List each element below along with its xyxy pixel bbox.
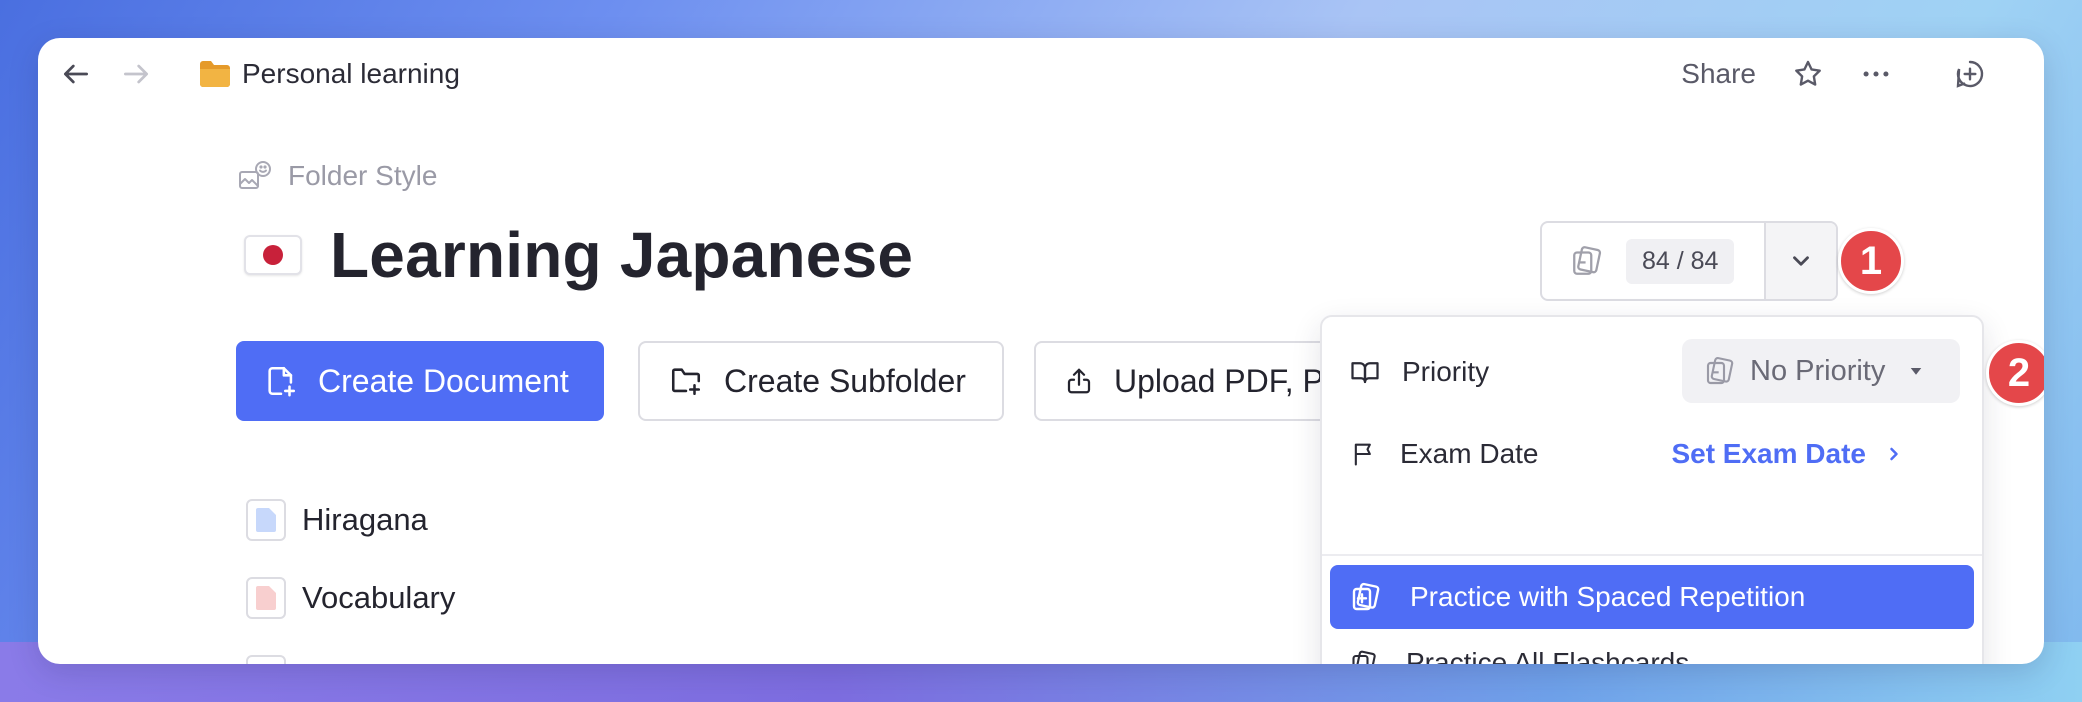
practice-spaced-label: Practice with Spaced Repetition xyxy=(1410,581,1806,612)
more-button[interactable] xyxy=(1856,54,1896,94)
exam-date-label: Exam Date xyxy=(1400,438,1539,469)
practice-spaced-repetition-item[interactable]: Practice with Spaced Repetition xyxy=(1330,565,1974,629)
create-document-label: Create Document xyxy=(318,362,569,399)
create-document-button[interactable]: Create Document xyxy=(236,341,604,421)
list-item-label: Hiragana xyxy=(302,502,428,537)
flashcard-counter: 84 / 84 xyxy=(1540,221,1838,301)
flashcards-icon xyxy=(1573,246,1602,275)
create-subfolder-button[interactable]: Create Subfolder xyxy=(638,341,1004,421)
back-button[interactable] xyxy=(58,56,94,92)
breadcrumb[interactable]: Personal learning xyxy=(198,56,460,92)
favorite-button[interactable] xyxy=(1788,54,1828,94)
arrow-right-icon xyxy=(124,64,148,84)
document-icon xyxy=(246,655,286,664)
priority-select[interactable]: No Priority xyxy=(1682,339,1960,403)
upload-icon xyxy=(1067,368,1091,394)
document-icon xyxy=(246,577,286,619)
set-exam-date-link[interactable]: Set Exam Date xyxy=(1671,438,1904,470)
document-icon xyxy=(246,499,286,541)
chevron-right-icon xyxy=(1890,447,1898,461)
priority-value: No Priority xyxy=(1750,354,1886,387)
list-item[interactable]: Hiragana xyxy=(246,499,428,541)
more-horizontal-icon xyxy=(1863,71,1889,77)
step-badge-1: 1 xyxy=(1838,228,1904,294)
book-open-icon xyxy=(1351,362,1379,384)
flashcards-icon xyxy=(1352,650,1376,664)
exam-date-row: Exam Date Set Exam Date xyxy=(1350,424,1958,484)
chevron-down-icon xyxy=(1793,256,1809,266)
step-badge-2: 2 xyxy=(1986,340,2044,406)
flashcards-icon xyxy=(1706,356,1734,385)
flag-icon xyxy=(1354,443,1371,466)
share-button[interactable]: Share xyxy=(1681,56,1756,92)
upload-label: Upload PDF, P xyxy=(1114,362,1324,399)
flashcards-plus-icon xyxy=(1352,582,1380,611)
list-item-partial[interactable] xyxy=(246,655,286,664)
breadcrumb-label: Personal learning xyxy=(242,58,460,89)
caret-down-icon xyxy=(1911,368,1922,375)
new-chat-button[interactable] xyxy=(1950,54,1990,94)
page-title-text[interactable]: Learning Japanese xyxy=(330,218,913,292)
create-subfolder-label: Create Subfolder xyxy=(724,362,966,399)
forward-button[interactable] xyxy=(118,56,154,92)
priority-label: Priority xyxy=(1402,356,1490,387)
practice-all-label: Practice All Flashcards xyxy=(1406,647,1690,664)
folder-icon xyxy=(200,61,230,87)
list-item-label: Vocabulary xyxy=(302,580,456,615)
arrow-left-icon xyxy=(63,64,88,84)
flashcard-dropdown-toggle[interactable] xyxy=(1764,223,1836,299)
add-circle-icon xyxy=(1956,60,1984,88)
practice-all-flashcards-item[interactable]: Practice All Flashcards xyxy=(1330,631,1974,664)
top-bar: Personal learning Share xyxy=(38,38,2044,110)
menu-divider xyxy=(1322,554,1982,556)
list-item[interactable]: Vocabulary xyxy=(246,577,455,619)
new-document-icon xyxy=(268,366,296,397)
flashcard-count: 84 / 84 xyxy=(1626,238,1735,284)
flashcard-counter-main[interactable]: 84 / 84 xyxy=(1542,223,1764,299)
upload-button[interactable]: Upload PDF, P xyxy=(1034,341,1364,421)
app-window: Personal learning Share Folder Style Lea… xyxy=(38,38,2044,664)
folder-style-label: Folder Style xyxy=(288,160,438,191)
set-exam-date-label: Set Exam Date xyxy=(1671,438,1866,469)
flashcard-menu: Priority No Priority Exam Date Set Exam … xyxy=(1320,315,1984,664)
japan-flag-icon[interactable] xyxy=(244,235,302,275)
new-folder-icon xyxy=(671,368,701,396)
folder-style-button[interactable]: Folder Style xyxy=(238,160,437,192)
page-title: Learning Japanese xyxy=(244,218,913,292)
star-icon xyxy=(1795,60,1821,86)
picture-smile-icon xyxy=(239,161,271,189)
